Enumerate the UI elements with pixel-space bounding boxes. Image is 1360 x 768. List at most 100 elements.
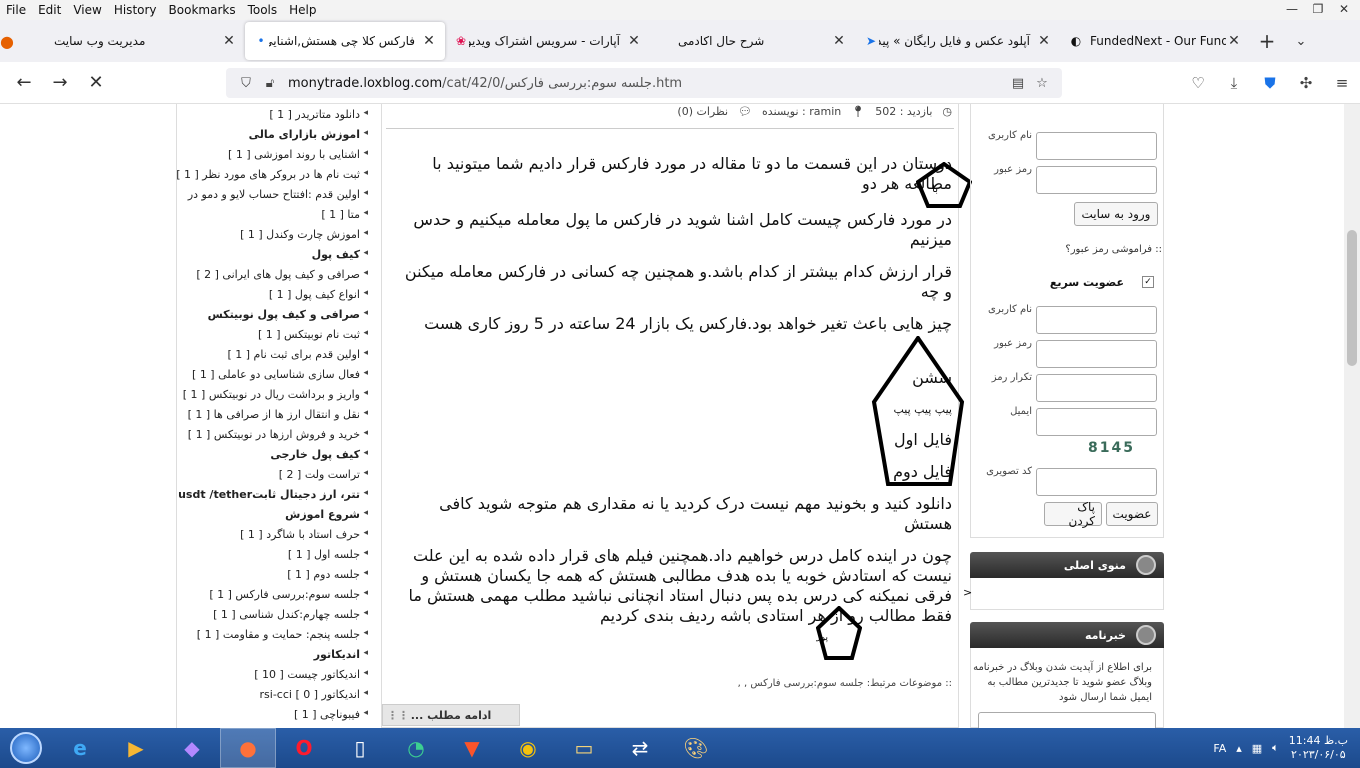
menu-view[interactable]: View <box>67 3 107 17</box>
category-item[interactable]: فیبوناچی [ 1 ] <box>294 708 368 721</box>
tab-close-icon[interactable]: ✕ <box>831 33 847 49</box>
insecure-lock-icon[interactable]: 🔓︎ <box>258 76 282 91</box>
signup-password-input[interactable] <box>1036 340 1157 368</box>
tab-academy[interactable]: شرح حال اکادمی ✕ <box>650 22 855 60</box>
back-icon[interactable]: ← <box>6 72 42 93</box>
volume-icon[interactable]: 🔈︎ <box>1272 741 1279 755</box>
related-topics[interactable]: :: موضوعات مرتبط: جلسه سوم:بررسی فارکس ,… <box>738 678 952 689</box>
network-icon[interactable]: ▦ <box>1252 742 1262 755</box>
category-item[interactable]: جلسه اول [ 1 ] <box>288 548 368 561</box>
firefox-view-icon[interactable]: ● <box>0 32 40 51</box>
category-item[interactable]: تراست ولت [ 2 ] <box>279 468 369 481</box>
language-indicator[interactable]: FA <box>1213 742 1226 755</box>
read-more-button[interactable]: ادامه مطلب ... ⋮⋮ <box>382 704 520 726</box>
category-item[interactable]: اندیکاتور چیست [ 10 ] <box>254 668 367 681</box>
category-item[interactable]: متا [ 1 ] <box>321 208 367 221</box>
file-link-1[interactable]: فایل اول <box>396 430 952 450</box>
category-item[interactable]: نقل و انتقال ارز ها از صرافی ها [ 1 ] <box>188 408 369 421</box>
media-player-icon[interactable]: ▶ <box>108 728 164 768</box>
login-button[interactable]: ورود به سایت <box>1074 202 1158 226</box>
category-item[interactable]: خرید و فروش ارزها در نوبیتکس [ 1 ] <box>188 428 368 441</box>
join-button[interactable]: عضویت <box>1106 502 1158 526</box>
opera-icon[interactable]: O <box>276 728 332 768</box>
chrome-icon[interactable]: ◉ <box>500 728 556 768</box>
category-item[interactable]: واریز و برداشت ریال در نوبیتکس [ 1 ] <box>183 388 369 401</box>
newsletter-email-input[interactable] <box>978 712 1156 728</box>
tab-forex[interactable]: • فارکس کلا چی هستش,اشنایی ✕ <box>245 22 445 60</box>
tab-close-icon[interactable]: ✕ <box>626 33 642 49</box>
tab-aparat[interactable]: ❀ آپارات - سرویس اشتراک ویدیو ✕ <box>445 22 650 60</box>
forgot-password-link[interactable]: :: فراموشی رمز عبور؟ <box>1065 244 1162 255</box>
start-button[interactable] <box>0 728 52 768</box>
category-item[interactable]: صرافی و کیف پول های ایرانی [ 2 ] <box>196 268 367 281</box>
tab-upload[interactable]: ➤ آپلود عکس و فایل رایگان » پیدا ✕ <box>855 22 1060 60</box>
category-item[interactable]: فعال سازی شناسایی دو عاملی [ 1 ] <box>192 368 368 381</box>
category-item[interactable]: ثبت نام ها در بروکر های مورد نظر [ 1 ] <box>176 168 368 181</box>
category-item[interactable]: حرف استاد با شاگرد [ 1 ] <box>240 528 368 541</box>
category-item[interactable]: جلسه چهارم:کندل شناسی [ 1 ] <box>213 608 368 621</box>
category-header[interactable]: اندیکاتور <box>314 648 369 661</box>
restore-icon[interactable]: ❐ <box>1306 0 1330 18</box>
menu-help[interactable]: Help <box>283 3 322 17</box>
category-header[interactable]: اموزش بازارای مالی <box>249 128 369 141</box>
downloads-icon[interactable]: ⤓ <box>1216 74 1252 92</box>
tracking-shield-icon[interactable]: ⛉ <box>234 76 258 91</box>
app-menu-icon[interactable]: ≡ <box>1324 74 1360 92</box>
category-item[interactable]: اندیکاتور [ 0 ] rsi-cci <box>260 688 369 701</box>
tab-site-management[interactable]: مدیریت وب سایت ✕ <box>40 22 245 60</box>
signup-repeat-input[interactable] <box>1036 374 1157 402</box>
password-input[interactable] <box>1036 166 1157 194</box>
sync-app-icon[interactable]: ⇄ <box>612 728 668 768</box>
document-icon[interactable]: ▯ <box>332 728 388 768</box>
bookmark-star-icon[interactable]: ☆ <box>1030 76 1054 91</box>
category-header[interactable]: شروع اموزش <box>285 508 368 521</box>
list-tabs-icon[interactable]: ⌄ <box>1284 34 1318 49</box>
category-item[interactable]: جلسه دوم [ 1 ] <box>287 568 368 581</box>
menu-file[interactable]: File <box>0 3 32 17</box>
signup-username-input[interactable] <box>1036 306 1157 334</box>
extensions-icon[interactable]: ✣ <box>1288 74 1324 92</box>
tray-arrow-icon[interactable]: ▴ <box>1236 742 1242 755</box>
edge-icon[interactable]: ◔ <box>388 728 444 768</box>
menu-edit[interactable]: Edit <box>32 3 67 17</box>
extension-shield-icon[interactable]: ⛊ <box>1252 74 1288 92</box>
reader-view-icon[interactable]: ▤ <box>1006 76 1030 91</box>
signup-email-input[interactable] <box>1036 408 1157 436</box>
pocket-icon[interactable]: ♡ <box>1180 74 1216 92</box>
url-text[interactable]: monytrade.loxblog.com/cat/42/0/جلسه سوم:… <box>282 76 1006 91</box>
tab-close-icon[interactable]: ✕ <box>1036 33 1052 49</box>
menu-tools[interactable]: Tools <box>242 3 284 17</box>
category-header[interactable]: صرافی و کیف پول نوبیتکس <box>208 308 369 321</box>
category-item[interactable]: اموزش چارت وکندل [ 1 ] <box>240 228 368 241</box>
brave-icon[interactable]: ▼ <box>444 728 500 768</box>
internet-explorer-icon[interactable]: e <box>52 728 108 768</box>
file-link-2[interactable]: فایل دوم <box>396 462 952 482</box>
clear-button[interactable]: پاک کردن <box>1044 500 1102 528</box>
category-item[interactable]: اولین قدم برای ثبت نام [ 1 ] <box>227 348 367 361</box>
category-header[interactable]: تتر، ارز دجیتال ثابتusdt /tether <box>178 488 368 501</box>
close-window-icon[interactable]: ✕ <box>1332 0 1356 18</box>
menu-arrow-icon[interactable]: < <box>963 586 972 599</box>
new-tab-icon[interactable]: + <box>1250 29 1284 53</box>
page-scrollbar[interactable] <box>1344 104 1360 728</box>
visual-studio-icon[interactable]: ◆ <box>164 728 220 768</box>
firefox-icon[interactable]: ● <box>220 728 276 768</box>
tab-close-icon[interactable]: ✕ <box>1226 33 1242 49</box>
category-header[interactable]: کیف پول <box>312 248 369 261</box>
tab-close-icon[interactable]: ✕ <box>421 33 437 49</box>
forward-icon[interactable]: → <box>42 72 78 93</box>
category-item[interactable]: ثبت نام نوبیتکس [ 1 ] <box>258 328 368 341</box>
category-item[interactable]: دانلود متاتریدر [ 1 ] <box>269 108 367 121</box>
minimize-icon[interactable]: — <box>1280 0 1304 18</box>
tab-close-icon[interactable]: ✕ <box>221 33 237 49</box>
stop-icon[interactable]: ✕ <box>78 72 114 93</box>
comments-count[interactable]: نظرات (0) <box>677 105 728 118</box>
category-item[interactable]: انواع کیف پول [ 1 ] <box>269 288 368 301</box>
paint-icon[interactable]: 🎨︎ <box>668 728 724 768</box>
tab-fundednext[interactable]: ◐ FundedNext - Our Fund, You ✕ <box>1060 22 1250 60</box>
scrollbar-thumb[interactable] <box>1347 230 1357 366</box>
file-explorer-icon[interactable]: ▭ <box>556 728 612 768</box>
clock[interactable]: 11:44 ب.ظ ۲۰۲۳/۰۶/۰۵ <box>1289 734 1348 762</box>
username-input[interactable] <box>1036 132 1157 160</box>
captcha-input[interactable] <box>1036 468 1157 496</box>
